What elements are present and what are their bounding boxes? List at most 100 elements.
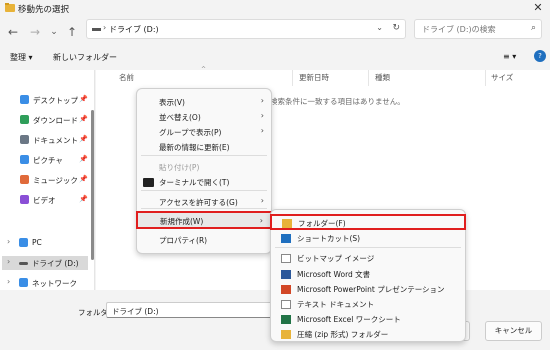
cancel-button[interactable]: キャンセル bbox=[485, 321, 542, 341]
submenu-item-zip[interactable]: 圧縮 (zip 形式) フォルダー bbox=[271, 327, 465, 342]
column-header-size[interactable]: サイズ bbox=[491, 72, 513, 83]
powerpoint-icon bbox=[281, 285, 291, 294]
address-dropdown-icon[interactable]: ⌄ bbox=[376, 23, 383, 32]
breadcrumb-drive[interactable]: ドライブ (D:) bbox=[109, 24, 159, 35]
sidebar-scrollbar[interactable] bbox=[91, 110, 94, 260]
submenu-item-text[interactable]: テキスト ドキュメント bbox=[271, 297, 465, 312]
submenu-item-word[interactable]: Microsoft Word 文書 bbox=[271, 267, 465, 282]
submenu-chevron-icon: › bbox=[260, 96, 264, 105]
sidebar-item-download[interactable]: ダウンロード 📌 bbox=[17, 113, 91, 127]
folder-field-value: ドライブ (D:) bbox=[112, 307, 159, 316]
folder-move-icon bbox=[5, 3, 15, 12]
search-icon: ⌕ bbox=[530, 23, 536, 33]
drive-icon bbox=[19, 262, 28, 265]
view-options-button[interactable]: ≡ ▾ bbox=[503, 52, 516, 61]
submenu-item-label: テキスト ドキュメント bbox=[297, 300, 375, 309]
expand-chevron-icon[interactable]: › bbox=[7, 277, 10, 286]
context-menu-item-label: グループで表示(P) bbox=[159, 128, 222, 137]
sidebar-item-desktop[interactable]: デスクトップ 📌 bbox=[17, 93, 91, 107]
video-icon bbox=[20, 195, 29, 204]
column-header-type[interactable]: 種類 bbox=[375, 72, 390, 83]
context-menu-item-label: プロパティ(R) bbox=[159, 236, 208, 245]
sidebar-tree-pc[interactable]: › PC bbox=[2, 236, 88, 250]
search-box[interactable]: ドライブ (D:)の検索 ⌕ bbox=[414, 19, 542, 39]
sidebar-item-label: ピクチャ bbox=[33, 156, 63, 165]
sidebar-item-document[interactable]: ドキュメント 📌 bbox=[17, 133, 91, 147]
forward-button[interactable]: → bbox=[27, 24, 43, 40]
folder-icon bbox=[282, 219, 292, 228]
submenu-item-shortcut[interactable]: ショートカット(S) bbox=[271, 231, 465, 246]
context-menu-item[interactable]: プロパティ(R) bbox=[137, 233, 271, 248]
pc-icon bbox=[19, 238, 28, 247]
close-button[interactable]: ✕ bbox=[531, 1, 545, 15]
context-menu-item[interactable]: グループで表示(P) › bbox=[137, 125, 271, 140]
context-menu-item[interactable]: ターミナルで開く(T) bbox=[137, 175, 271, 190]
expand-chevron-icon[interactable]: › bbox=[7, 237, 10, 246]
submenu-item-bitmap[interactable]: ビットマップ イメージ bbox=[271, 251, 465, 266]
pin-icon: 📌 bbox=[79, 195, 88, 203]
bitmap-icon bbox=[281, 254, 291, 263]
sidebar-item-label: ミュージック bbox=[33, 176, 78, 185]
new-folder-button[interactable]: 新しいフォルダー bbox=[53, 52, 117, 63]
picture-icon bbox=[20, 155, 29, 164]
refresh-icon[interactable]: ↻ bbox=[392, 23, 400, 33]
context-menu-item-label: 新規作成(W) bbox=[160, 217, 204, 226]
sidebar-item-label: デスクトップ bbox=[33, 96, 78, 105]
menu-separator bbox=[141, 190, 267, 191]
network-icon bbox=[19, 278, 28, 287]
context-menu-item[interactable]: アクセスを許可する(G) › bbox=[137, 195, 271, 210]
sidebar-item-video[interactable]: ビデオ 📌 bbox=[17, 193, 91, 207]
column-header-modified[interactable]: 更新日時 bbox=[299, 72, 329, 83]
sidebar-item-label: ビデオ bbox=[33, 196, 56, 205]
context-menu-item[interactable]: 新規作成(W) › bbox=[136, 211, 272, 229]
address-bar[interactable]: › ドライブ (D:) ⌄ ↻ bbox=[86, 19, 406, 39]
context-menu-item-label: ターミナルで開く(T) bbox=[159, 178, 230, 187]
sidebar-tree-drive[interactable]: › ドライブ (D:) bbox=[2, 256, 88, 270]
column-divider[interactable] bbox=[368, 70, 369, 86]
sidebar-tree-label: ネットワーク bbox=[32, 279, 77, 288]
recent-dropdown-button[interactable]: ⌄ bbox=[46, 24, 62, 40]
context-menu-item[interactable]: 並べ替え(O) › bbox=[137, 110, 271, 125]
column-divider[interactable] bbox=[292, 70, 293, 86]
sidebar-tree-network[interactable]: › ネットワーク bbox=[2, 276, 88, 290]
submenu-item-folder[interactable]: フォルダー(F) bbox=[270, 214, 466, 230]
title-bar: 移動先の選択 ✕ bbox=[0, 0, 550, 16]
pin-icon: 📌 bbox=[79, 95, 88, 103]
expand-chevron-icon[interactable]: › bbox=[7, 257, 10, 266]
context-menu-item: 貼り付け(P) bbox=[137, 160, 271, 175]
pin-icon: 📌 bbox=[79, 135, 88, 143]
context-menu: 表示(V) › 並べ替え(O) › グループで表示(P) › 最新の情報に更新(E) 貼り付け… bbox=[136, 88, 272, 254]
sidebar-item-music[interactable]: ミュージック 📌 bbox=[17, 173, 91, 187]
window-title: 移動先の選択 bbox=[18, 5, 70, 15]
download-icon bbox=[20, 115, 29, 124]
context-menu-item[interactable]: 最新の情報に更新(E) bbox=[137, 140, 271, 155]
submenu-item-label: 圧縮 (zip 形式) フォルダー bbox=[297, 330, 389, 339]
context-menu-item-label: 最新の情報に更新(E) bbox=[159, 143, 230, 152]
submenu-chevron-icon: › bbox=[259, 216, 263, 225]
context-menu-item-label: アクセスを許可する(G) bbox=[159, 198, 238, 207]
context-menu-item-label: 並べ替え(O) bbox=[159, 113, 201, 122]
music-icon bbox=[20, 175, 29, 184]
zip-icon bbox=[281, 330, 291, 339]
context-menu-item-label: 表示(V) bbox=[159, 98, 185, 107]
sidebar-item-picture[interactable]: ピクチャ 📌 bbox=[17, 153, 91, 167]
sort-ascending-icon: ^ bbox=[201, 66, 207, 73]
breadcrumb-separator: › bbox=[103, 23, 107, 32]
submenu-item-powerpoint[interactable]: Microsoft PowerPoint プレゼンテーション bbox=[271, 282, 465, 297]
submenu-chevron-icon: › bbox=[260, 111, 264, 120]
new-item-submenu: フォルダー(F) ショートカット(S) ビットマップ イメージ Microsoft W… bbox=[270, 209, 466, 342]
up-button[interactable]: ↑ bbox=[64, 24, 80, 40]
column-header-name[interactable]: 名前 bbox=[119, 72, 134, 83]
sidebar-item-label: ダウンロード bbox=[33, 116, 78, 125]
menu-separator bbox=[141, 155, 267, 156]
submenu-item-excel[interactable]: Microsoft Excel ワークシート bbox=[271, 312, 465, 327]
empty-folder-message: 検索条件に一致する項目はありません。 bbox=[270, 97, 405, 106]
pin-icon: 📌 bbox=[79, 115, 88, 123]
sidebar-tree-label: PC bbox=[32, 238, 42, 247]
drive-icon bbox=[92, 28, 101, 31]
back-button[interactable]: ← bbox=[5, 24, 21, 40]
help-button[interactable]: ? bbox=[534, 50, 546, 62]
column-divider[interactable] bbox=[485, 70, 486, 86]
organize-button[interactable]: 整理 ▾ bbox=[10, 52, 33, 63]
context-menu-item[interactable]: 表示(V) › bbox=[137, 95, 271, 110]
